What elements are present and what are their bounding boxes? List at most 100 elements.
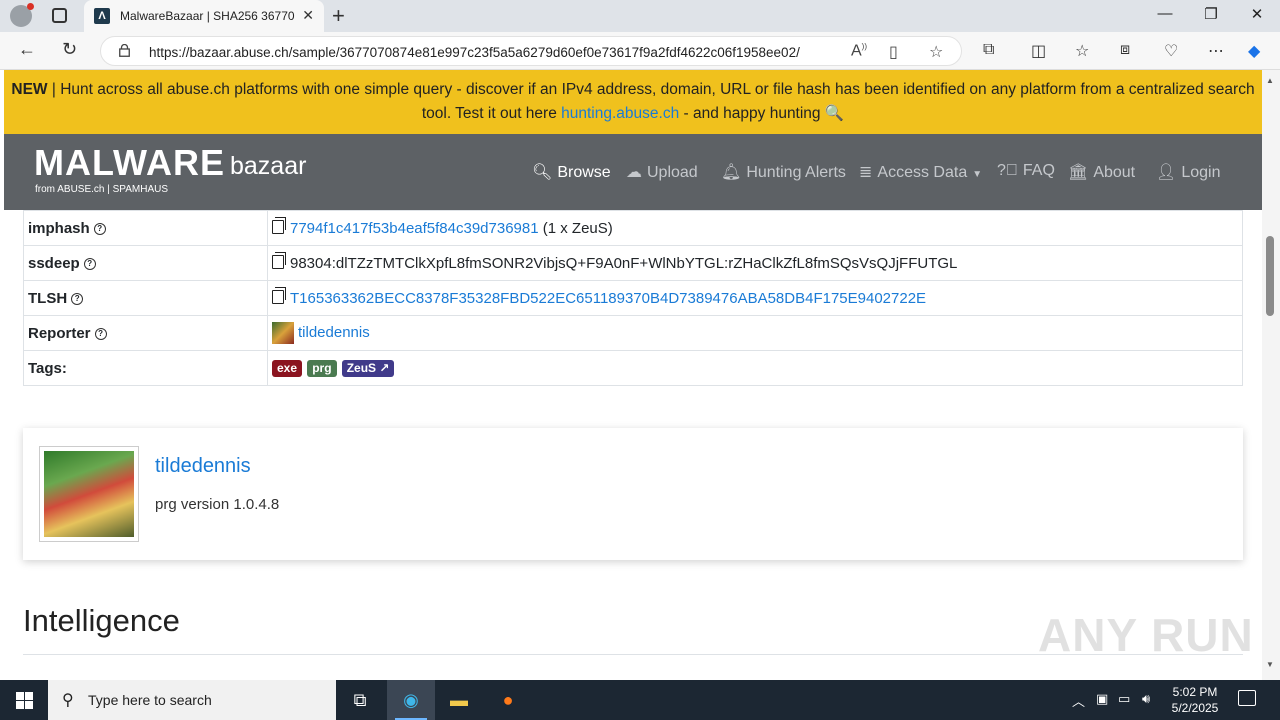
taskbar-search-placeholder: Type here to search [88, 692, 212, 708]
help-icon[interactable]: ? [94, 327, 107, 340]
page-scrollbar[interactable]: ▲ ▼ [1262, 70, 1280, 680]
collections-icon[interactable]: ⧈ [1120, 41, 1130, 59]
banner-hunting-link[interactable]: hunting.abuse.ch [561, 105, 679, 122]
imphash-label: imphash [28, 219, 90, 237]
nav-browse-label: Browse [557, 164, 611, 181]
tab-title: MalwareBazaar | SHA256 3677070 [120, 9, 295, 23]
tlsh-link[interactable]: T165363362BECC8378F35328FBD522EC65118937… [290, 290, 926, 307]
help-icon[interactable]: ? [93, 222, 106, 235]
favorites-icon[interactable]: ☆ [1075, 41, 1089, 61]
nav-access-label: Access Data [877, 164, 968, 181]
nav-about[interactable]: 🏛︎ About [1068, 162, 1135, 182]
imphash-label-cell: imphash? [23, 210, 268, 246]
reporter-value-cell: tildedennis [267, 315, 1243, 351]
cloud-upload-icon: ☁ [626, 164, 642, 181]
scroll-down-icon[interactable]: ▼ [1266, 660, 1274, 669]
nav-about-label: About [1093, 164, 1136, 181]
help-icon[interactable]: ? [71, 292, 84, 305]
reporter-label: Reporter [28, 324, 91, 342]
window-close-icon[interactable]: ✕ [1234, 5, 1280, 23]
banner-text-end: - and happy hunting 🔍 [679, 105, 845, 122]
read-aloud-icon[interactable]: A)) [851, 42, 867, 60]
browser-essentials-icon[interactable]: ♡ [1164, 41, 1178, 61]
address-bar[interactable]: https://bazaar.abuse.ch/sample/367707087… [100, 36, 962, 66]
tag-prg[interactable]: prg [307, 360, 337, 377]
sample-details-table: imphash? 7794f1c417f53b4eaf5f84c39d73698… [23, 210, 1243, 386]
reporter-card-description: prg version 1.0.4.8 [155, 496, 280, 513]
site-logo-sub[interactable]: bazaar [230, 152, 306, 181]
firefox-icon[interactable]: ● [484, 680, 532, 720]
nav-login-label: Login [1181, 164, 1221, 181]
back-icon[interactable]: ← [18, 39, 36, 60]
file-explorer-icon[interactable]: ▬ [435, 680, 483, 720]
tags-label: Tags: [28, 359, 67, 377]
imphash-note: (1 x ZeuS) [542, 219, 613, 237]
more-menu-icon[interactable]: ⋯ [1208, 41, 1224, 61]
nav-hunting-alerts[interactable]: 🔔︎ Hunting Alerts [721, 162, 846, 182]
ssdeep-label-cell: ssdeep? [23, 245, 268, 281]
volume-icon[interactable]: 🔊︎ [1142, 691, 1150, 707]
new-tab-icon[interactable]: + [332, 3, 345, 29]
profile-avatar-icon[interactable] [10, 3, 34, 27]
nav-login[interactable]: 👤︎ Login [1156, 162, 1220, 182]
taskbar-search[interactable]: ⚲ Type here to search [48, 680, 336, 720]
table-row: Reporter? tildedennis [23, 315, 1243, 351]
tags-value-cell: exe prg ZeuS ↗ [267, 350, 1243, 386]
task-view-icon[interactable]: ⧉ [336, 680, 384, 720]
reporter-avatar [272, 322, 294, 344]
windows-taskbar: ⚲ Type here to search ⧉ ◉ ▬ ● ︿ ▣ ▭ 🔊︎ 5… [0, 680, 1280, 720]
site-logo[interactable]: MALWARE [34, 142, 225, 184]
nav-faq[interactable]: ?⃝ FAQ [997, 162, 1055, 180]
lock-icon[interactable] [119, 44, 130, 57]
minimize-icon[interactable]: — [1142, 5, 1188, 22]
windows-start-icon[interactable] [16, 692, 33, 709]
copilot-icon[interactable]: ◆ [1248, 41, 1260, 61]
restore-icon[interactable]: ❐ [1188, 5, 1234, 23]
clock-date: 5/2/2025 [1171, 701, 1219, 715]
nav-upload-label: Upload [647, 164, 698, 181]
tray-chevron-icon[interactable]: ︿ [1072, 691, 1085, 710]
building-icon: 🏛︎ [1068, 164, 1089, 181]
tags-label-cell: Tags: [23, 350, 268, 386]
question-circle-icon: ?⃝ [997, 162, 1018, 179]
url-text[interactable]: https://bazaar.abuse.ch/sample/367707087… [149, 45, 800, 60]
nav-access-data[interactable]: ≣ Access Data ▼ [859, 162, 982, 182]
search-icon: 🔍︎ [532, 164, 553, 181]
nav-browse[interactable]: 🔍︎ Browse [532, 162, 611, 182]
page-viewport: NEW | Hunt across all abuse.ch platforms… [4, 70, 1262, 680]
copy-icon[interactable] [272, 286, 286, 304]
site-navbar: MALWARE bazaar from ABUSE.ch | SPAMHAUS … [4, 134, 1262, 210]
split-screen-icon[interactable]: ◫ [1031, 41, 1046, 61]
edge-taskbar-icon[interactable]: ◉ [387, 680, 435, 720]
tab-close-icon[interactable]: ✕ [302, 7, 314, 24]
network-icon[interactable]: ▭ [1118, 691, 1130, 707]
reporter-label-cell: Reporter? [23, 315, 268, 351]
copy-icon[interactable] [272, 216, 286, 234]
reporter-card-name[interactable]: tildedennis [155, 455, 251, 478]
tab-actions-icon[interactable] [52, 8, 67, 23]
favorite-star-icon[interactable]: ☆ [929, 42, 943, 62]
copy-icon[interactable] [272, 251, 286, 269]
help-icon[interactable]: ? [83, 257, 96, 270]
table-row: Tags: exe prg ZeuS ↗ [23, 350, 1243, 386]
bell-icon: 🔔︎ [721, 164, 742, 181]
browser-tab-active[interactable]: Λ MalwareBazaar | SHA256 3677070 ✕ [84, 0, 324, 32]
ssdeep-value: 98304:dlTZzTMTClkXpfL8fmSONR2VibjsQ+F9A0… [290, 254, 958, 272]
immersive-reader-icon[interactable]: ▯ [889, 42, 898, 62]
site-logo-from: from ABUSE.ch | SPAMHAUS [35, 184, 169, 195]
notifications-icon[interactable] [1238, 690, 1256, 706]
anyrun-watermark: ANY RUN [1038, 609, 1254, 661]
tag-zeus[interactable]: ZeuS ↗ [341, 360, 395, 377]
tray-device-icon[interactable]: ▣ [1096, 691, 1108, 707]
scroll-up-icon[interactable]: ▲ [1266, 76, 1274, 85]
nav-upload[interactable]: ☁ Upload [626, 162, 698, 182]
system-clock[interactable]: 5:02 PM 5/2/2025 [1162, 684, 1228, 716]
refresh-icon[interactable]: ↻ [62, 39, 77, 60]
extensions-icon[interactable]: ⧉ [983, 41, 994, 59]
tlsh-value-cell: T165363362BECC8378F35328FBD522EC65118937… [267, 280, 1243, 316]
nav-hunting-label: Hunting Alerts [746, 164, 846, 181]
reporter-link[interactable]: tildedennis [298, 324, 370, 341]
scrollbar-thumb[interactable] [1266, 236, 1274, 316]
tag-exe[interactable]: exe [272, 360, 303, 377]
imphash-link[interactable]: 7794f1c417f53b4eaf5f84c39d736981 [290, 220, 539, 237]
